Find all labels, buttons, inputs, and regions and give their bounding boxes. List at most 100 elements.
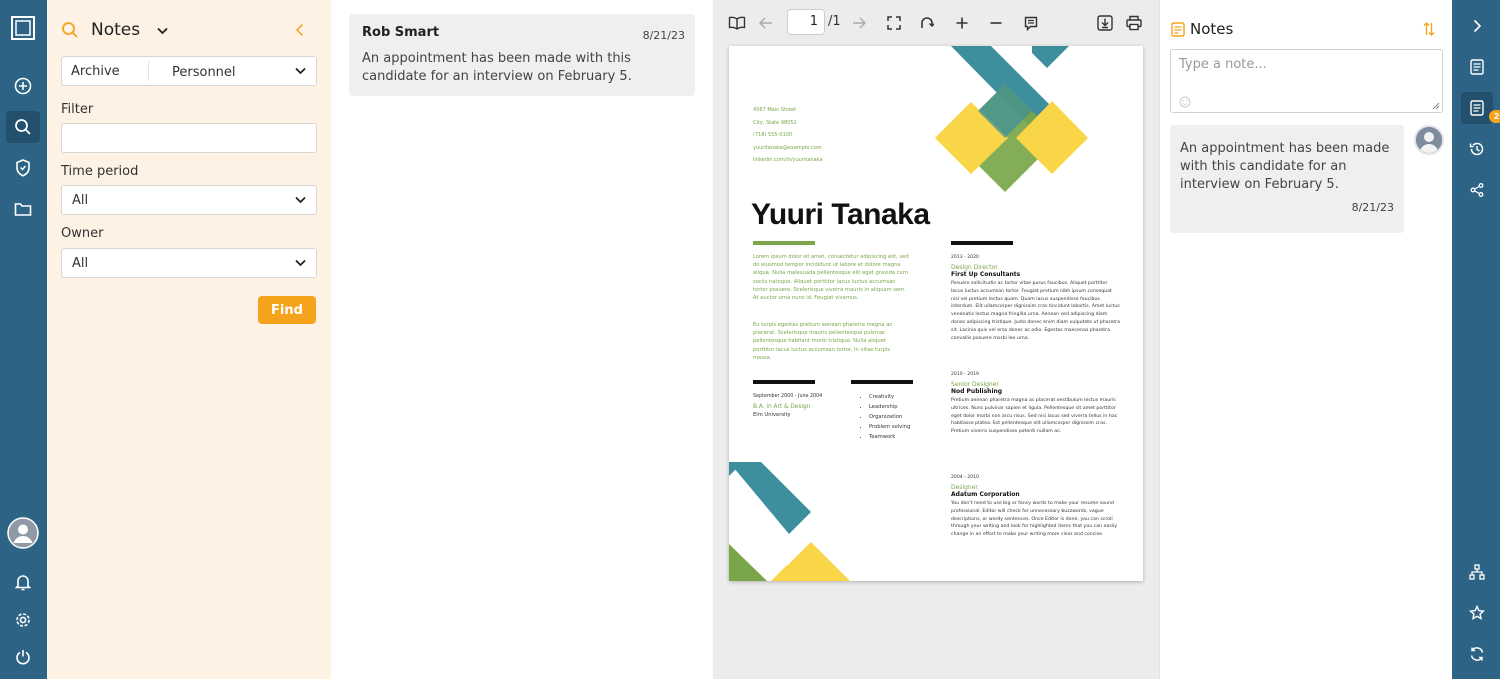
job-company: First Up Consultants: [951, 271, 1021, 278]
note-input[interactable]: Type a note...: [1170, 49, 1443, 113]
time-period-value: All: [72, 193, 89, 208]
resize-handle-icon[interactable]: [1432, 102, 1440, 110]
owner-value: All: [72, 256, 89, 271]
bell-icon[interactable]: [6, 566, 40, 598]
candidate-name: Yuuri Tanaka: [751, 198, 930, 231]
filter-input[interactable]: [61, 123, 317, 153]
download-icon[interactable]: [1094, 12, 1116, 34]
next-page-icon[interactable]: [848, 12, 870, 34]
job-description: Pretium aenean pharetra magna ac placera…: [951, 398, 1118, 435]
note-input-placeholder: Type a note...: [1179, 57, 1267, 72]
print-icon[interactable]: [1123, 12, 1145, 34]
skill-item: Problem solving: [869, 422, 910, 432]
collapse-panel-icon[interactable]: [295, 23, 304, 37]
skills-list: Creativity Leadership Organization Probl…: [861, 392, 910, 442]
user-avatar-icon[interactable]: [6, 517, 40, 549]
workflow-icon[interactable]: [1461, 556, 1493, 588]
emoji-icon[interactable]: [1179, 96, 1191, 108]
note-author: Rob Smart: [362, 25, 440, 40]
archive-select[interactable]: Archive Personnel: [61, 56, 317, 86]
job-company: Nod Publishing: [951, 388, 1003, 395]
find-button[interactable]: Find: [258, 296, 316, 324]
page-number-input[interactable]: 1: [787, 9, 825, 35]
job-dates: 2004 - 2010: [951, 475, 979, 480]
education-dates: September 2000 - June 2004: [753, 394, 823, 399]
note-author-avatar: [1414, 125, 1444, 155]
search-icon[interactable]: [6, 111, 40, 143]
right-rail: 2: [1452, 0, 1500, 679]
note-date: 8/21/23: [642, 29, 685, 42]
job-dates: 2013 - 2020: [951, 255, 979, 260]
gear-icon[interactable]: [6, 604, 40, 636]
job-title: Design Director: [951, 264, 998, 271]
owner-label: Owner: [61, 226, 104, 241]
chevron-right-icon[interactable]: [1461, 10, 1493, 42]
contact-line: (718) 555-0100: [753, 132, 793, 138]
time-period-label: Time period: [61, 164, 139, 179]
zoom-in-icon[interactable]: [951, 12, 973, 34]
refresh-icon[interactable]: [1461, 638, 1493, 670]
search-panel: Notes Archive Personnel Filter Time peri…: [47, 0, 331, 679]
intro-paragraph: Eu turpis egestas pretium aenean pharetr…: [753, 322, 893, 361]
archive-value: Personnel: [172, 65, 236, 80]
job-entry: 2013 - 2020 Design Director First Up Con…: [951, 255, 1121, 342]
document-page: 4567 Main Street City, State 98052 (718)…: [729, 46, 1143, 581]
note-text: An appointment has been made with this c…: [362, 51, 632, 84]
skill-item: Teamwork: [869, 432, 910, 442]
annotation-icon[interactable]: [1020, 12, 1042, 34]
search-panel-header: Notes: [61, 18, 317, 44]
skill-item: Leadership: [869, 402, 910, 412]
contact-block: 4567 Main Street City, State 98052 (718)…: [753, 104, 823, 167]
results-list: Rob Smart 8/21/23 An appointment has bee…: [331, 0, 713, 679]
archive-label: Archive: [71, 64, 120, 79]
contact-line: linkedin.com/in/yuuritanaka: [753, 157, 823, 163]
prev-page-icon[interactable]: [755, 12, 777, 34]
document-viewer: 1 /1 4567 Main Street City, State 98052 …: [713, 0, 1159, 679]
chevron-down-icon: [295, 67, 306, 75]
job-entry: 2010 - 2019 Senior Designer Nod Publishi…: [951, 372, 1121, 436]
contact-line: yuuritanaka@example.com: [753, 144, 822, 151]
contact-line: 4567 Main Street: [753, 107, 797, 113]
zoom-out-icon[interactable]: [985, 12, 1007, 34]
job-description: Posuere sollicitudin ac tortor vitae pur…: [951, 281, 1120, 341]
job-title: Designer: [951, 484, 978, 491]
left-rail: [0, 0, 47, 679]
filter-label: Filter: [61, 102, 94, 117]
history-icon[interactable]: [1461, 133, 1493, 165]
note-bubble-text: An appointment has been made with this c…: [1180, 141, 1390, 192]
contact-line: City, State 98052: [753, 119, 797, 126]
result-note-card[interactable]: Rob Smart 8/21/23 An appointment has bee…: [349, 14, 695, 96]
job-entry: 2004 - 2010 Designer Adatum Corporation …: [951, 475, 1121, 539]
notes-count-badge: 2: [1489, 110, 1500, 123]
book-icon[interactable]: [726, 12, 748, 34]
job-company: Adatum Corporation: [951, 491, 1020, 498]
folder-icon[interactable]: [6, 193, 40, 225]
share-icon[interactable]: [1461, 174, 1493, 206]
chevron-down-icon[interactable]: [157, 27, 168, 35]
job-dates: 2010 - 2019: [951, 372, 979, 377]
chevron-down-icon: [295, 259, 306, 267]
power-icon[interactable]: [6, 641, 40, 673]
notes-icon[interactable]: 2: [1461, 92, 1500, 124]
chevron-down-icon: [295, 196, 306, 204]
note-icon: [1171, 22, 1185, 37]
archive-divider: [148, 61, 149, 81]
owner-select[interactable]: All: [61, 248, 317, 278]
page-total: /1: [828, 14, 841, 29]
search-panel-title: Notes: [91, 20, 141, 40]
job-title: Senior Designer: [951, 381, 999, 388]
star-icon[interactable]: [1461, 597, 1493, 629]
notes-panel: Notes Type a note... An appointment has …: [1159, 0, 1452, 679]
sort-icon[interactable]: [1423, 22, 1435, 36]
note-bubble[interactable]: An appointment has been made with this c…: [1170, 125, 1404, 233]
education-school: Elm University: [753, 412, 791, 418]
document-info-icon[interactable]: [1461, 51, 1493, 83]
app-logo-icon[interactable]: [6, 12, 40, 44]
notes-panel-title: Notes: [1190, 20, 1234, 38]
add-icon[interactable]: [6, 70, 40, 102]
fit-page-icon[interactable]: [883, 12, 905, 34]
time-period-select[interactable]: All: [61, 185, 317, 215]
shield-icon[interactable]: [6, 152, 40, 184]
rotate-icon[interactable]: [916, 12, 938, 34]
note-bubble-date: 8/21/23: [1351, 201, 1394, 214]
